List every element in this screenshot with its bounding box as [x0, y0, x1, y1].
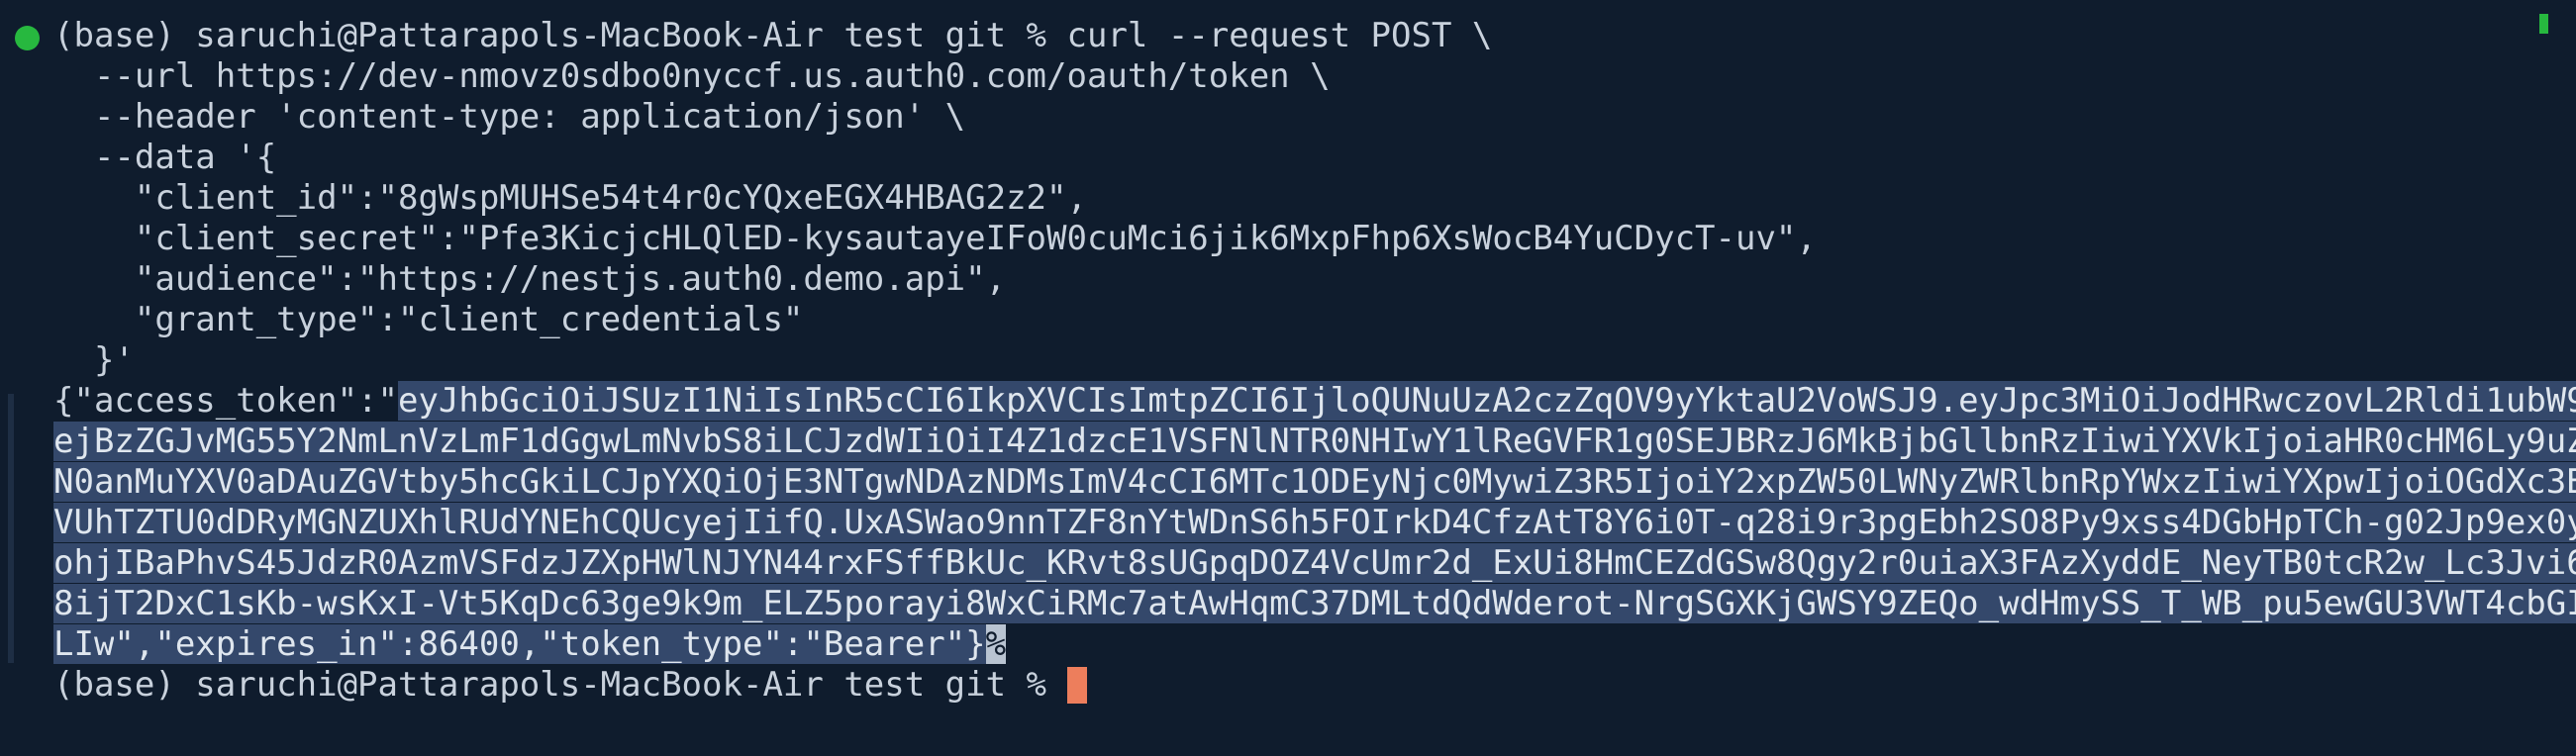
response-line-1[interactable]: {"access_token":"eyJhbGciOiJSUzI1NiIsInR… — [0, 381, 2576, 422]
response-line-6[interactable]: 8ijT2DxC1sKb-wsKxI-Vt5KqDc63ge9k9m_ELZ5p… — [0, 584, 2576, 624]
token-selection-4[interactable]: VUhTZTU0dDRyMGNZUXhlRUdYNEhCQUcyejIifQ.U… — [53, 503, 2576, 542]
prompt: (base) saruchi@Pattarapols-MacBook-Air t… — [53, 16, 1067, 55]
command-line-7: "audience":"https://nestjs.auth0.demo.ap… — [53, 259, 1007, 299]
command-line-1: (base) saruchi@Pattarapols-MacBook-Air t… — [0, 16, 2576, 56]
response-line-4[interactable]: VUhTZTU0dDRyMGNZUXhlRUdYNEhCQUcyejIifQ.U… — [0, 503, 2576, 543]
terminal-window[interactable]: (base) saruchi@Pattarapols-MacBook-Air t… — [0, 0, 2576, 756]
command-text: curl --request POST \ — [1066, 16, 1493, 55]
token-selection-6[interactable]: 8ijT2DxC1sKb-wsKxI-Vt5KqDc63ge9k9m_ELZ5p… — [53, 584, 2576, 623]
token-selection-5[interactable]: ohjIBaPhvS45JdzR0AzmVSFdzJZXpHWlNJYN44rx… — [53, 543, 2576, 583]
command-line-8: "grant_type":"client_credentials" — [53, 300, 804, 339]
end-of-output-marker: % — [985, 624, 1007, 664]
token-selection-2[interactable]: ejBzZGJvMG55Y2NmLnVzLmF1dGgwLmNvbS8iLCJz… — [53, 422, 2576, 461]
command-line-5: "client_id":"8gWspMUHSe54t4r0cYQxeEGX4HB… — [53, 178, 1087, 218]
token-selection-3[interactable]: N0anMuYXV0aDAuZGVtby5hcGkiLCJpYXQiOjE3NT… — [53, 462, 2576, 502]
response-line-3[interactable]: N0anMuYXV0aDAuZGVtby5hcGkiLCJpYXQiOjE3NT… — [0, 462, 2576, 503]
response-line-5[interactable]: ohjIBaPhvS45JdzR0AzmVSFdzJZXpHWlNJYN44rx… — [0, 543, 2576, 584]
token-selection-1[interactable]: eyJhbGciOiJSUzI1NiIsInR5cCI6IkpXVCIsImtp… — [398, 381, 2576, 421]
response-line-2[interactable]: ejBzZGJvMG55Y2NmLnVzLmF1dGgwLmNvbS8iLCJz… — [0, 422, 2576, 462]
response-suffix[interactable]: ","expires_in":86400,"token_type":"Beare… — [114, 624, 986, 664]
prompt: (base) saruchi@Pattarapols-MacBook-Air t… — [53, 665, 1067, 705]
token-selection-7[interactable]: LIw — [53, 624, 115, 664]
response-prefix: {"access_token":" — [53, 381, 398, 421]
command-line-4: --data '{ — [53, 138, 277, 177]
next-prompt-line[interactable]: (base) saruchi@Pattarapols-MacBook-Air t… — [0, 665, 2576, 706]
text-cursor[interactable] — [1066, 667, 1087, 704]
command-line-3: --header 'content-type: application/json… — [53, 97, 966, 137]
command-line-9: }' — [53, 340, 135, 380]
response-line-7[interactable]: LIw","expires_in":86400,"token_type":"Be… — [0, 624, 2576, 665]
command-line-6: "client_secret":"Pfe3KicjcHLQlED-kysauta… — [53, 219, 1817, 258]
command-line-2: --url https://dev-nmovz0sdbo0nyccf.us.au… — [53, 56, 1331, 96]
